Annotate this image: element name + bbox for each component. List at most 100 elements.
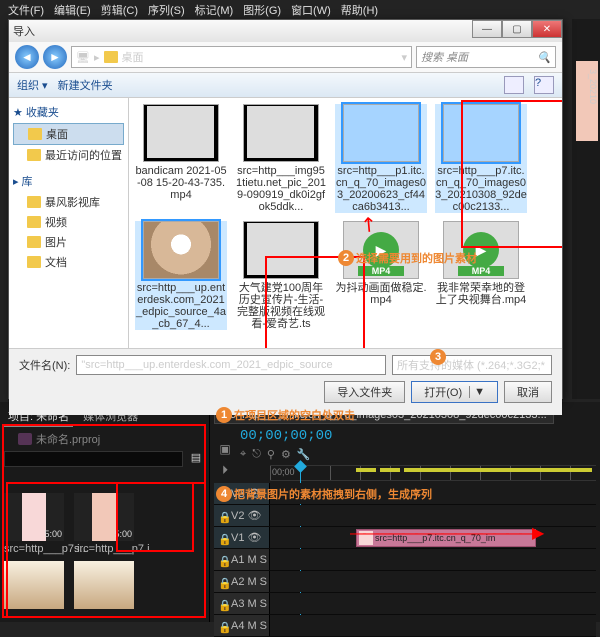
file-item[interactable]: src=http___p7.itc.cn_q_70_images03_20210… (435, 104, 527, 213)
dialog-titlebar: 导入 — ▢ ✕ (9, 20, 562, 42)
lock-icon[interactable]: 🔒 (218, 511, 228, 521)
menu-graphics[interactable]: 图形(G) (243, 2, 281, 16)
bin-thumbnail (74, 561, 134, 609)
filename-label: 文件名(N): (19, 357, 70, 373)
timeline-panel[interactable]: src=http___p7.itc.cn_q_70_images03_20210… (210, 402, 600, 622)
close-button[interactable]: ✕ (532, 20, 562, 38)
file-item[interactable]: ▶MP4为抖动画面做稳定.mp4 (335, 221, 427, 330)
track-header[interactable]: 🔒V2👁 (214, 505, 270, 526)
import-folder-button[interactable]: 导入文件夹 (324, 381, 405, 403)
menu-clip[interactable]: 剪辑(C) (101, 2, 138, 16)
time-ruler[interactable]: 00;00 (270, 465, 596, 481)
track-body[interactable] (270, 571, 596, 592)
app-menubar[interactable]: 文件(F) 编辑(E) 剪辑(C) 序列(S) 标记(M) 图形(G) 窗口(W… (0, 0, 600, 18)
bin-item[interactable]: 5:00src=http___p7.i... (4, 493, 68, 555)
arrow-icon: ——————————————▶ (350, 523, 541, 543)
favorites-group[interactable]: ★ 收藏夹 (13, 104, 124, 120)
back-button[interactable]: ◄ (15, 45, 39, 69)
audio-track[interactable]: 🔒A2MS (214, 571, 596, 593)
lock-icon[interactable]: 🔒 (218, 555, 228, 565)
track-header[interactable]: 🔒A1MS (214, 549, 270, 570)
track-body[interactable] (270, 593, 596, 614)
view-mode-button[interactable] (504, 76, 524, 94)
file-label: 为抖动画面做稳定.mp4 (335, 282, 427, 306)
lock-icon[interactable]: 🔒 (218, 533, 228, 543)
folder-icon (27, 256, 41, 268)
import-dialog: 导入 — ▢ ✕ ◄ ► 🖥 ▸ 桌面 ▾ 搜索 桌面 🔍 组织 ▾ 新建文件夹… (8, 19, 563, 399)
filter-icon[interactable]: ▤ (187, 451, 205, 467)
menu-edit[interactable]: 编辑(E) (54, 2, 91, 16)
strip-label: 3_20210 (588, 69, 598, 104)
bin-thumbnail: 5:00 (74, 493, 134, 541)
folder-icon (28, 128, 42, 140)
bin-item[interactable] (74, 561, 138, 611)
lock-icon[interactable]: 🔒 (218, 577, 228, 587)
search-input[interactable]: 搜索 桌面 🔍 (416, 46, 556, 68)
file-item[interactable]: ▶MP4我非常荣幸地的登上了央视舞台.mp4 (435, 221, 527, 330)
path-box[interactable]: 🖥 ▸ 桌面 ▾ (71, 46, 412, 68)
menu-window[interactable]: 窗口(W) (291, 2, 331, 16)
help-button[interactable]: ? (534, 76, 554, 94)
cancel-button[interactable]: 取消 (504, 381, 552, 403)
track-body[interactable] (270, 615, 596, 636)
track-header[interactable]: 🔒A2MS (214, 571, 270, 592)
forward-button[interactable]: ► (43, 45, 67, 69)
annotation-3: 3 (430, 349, 446, 365)
bin-item[interactable] (4, 561, 68, 611)
sidebar-pictures[interactable]: 图片 (13, 232, 124, 252)
project-panel[interactable]: 项目: 未命名 媒体浏览器 未命名.prproj ▤ 5:00src=http_… (0, 402, 210, 622)
file-grid-area[interactable]: bandicam 2021-05-08 15-20-43-735.mp4src=… (129, 98, 562, 348)
bin-item[interactable]: 5:00 src=http___p7.i... (74, 493, 138, 555)
menu-file[interactable]: 文件(F) (8, 2, 44, 16)
track-header[interactable]: 🔒V1👁 (214, 527, 270, 548)
library-group[interactable]: ▸ 库 (13, 173, 124, 189)
sidebar-recent[interactable]: 最近访问的位置 (13, 145, 124, 165)
work-area-bar[interactable] (356, 468, 592, 472)
snap-icon[interactable]: ⌖ (240, 448, 246, 461)
audio-track[interactable]: 🔒A1MS (214, 549, 596, 571)
filename-input[interactable]: "src=http___up.enterdesk.com_2021_edpic_… (76, 355, 386, 375)
menu-sequence[interactable]: 序列(S) (148, 2, 185, 16)
sidebar-videos[interactable]: 视频 (13, 212, 124, 232)
settings-icon[interactable]: ⚙ (281, 448, 291, 461)
track-header[interactable]: 🔒A3MS (214, 593, 270, 614)
marker-icon[interactable]: ⚲ (267, 448, 275, 461)
sidebar-stormvideo[interactable]: 暴风影视库 (13, 192, 124, 212)
file-thumbnail (243, 221, 319, 279)
project-search[interactable] (4, 451, 183, 467)
wrench-icon[interactable]: 🔧 (297, 448, 311, 461)
timecode-display[interactable]: 00;00;00;00 (240, 428, 596, 444)
file-thumbnail (143, 221, 219, 279)
path-label: 桌面 (122, 49, 144, 65)
organize-button[interactable]: 组织 ▾ (17, 77, 48, 93)
linked-selection-icon[interactable]: ⎋ (252, 448, 261, 461)
menu-marker[interactable]: 标记(M) (195, 2, 234, 16)
menu-help[interactable]: 帮助(H) (341, 2, 378, 16)
file-item[interactable]: bandicam 2021-05-08 15-20-43-735.mp4 (135, 104, 227, 213)
file-label: bandicam 2021-05-08 15-20-43-735.mp4 (135, 165, 227, 201)
audio-track[interactable]: 🔒A4MS (214, 615, 596, 637)
bin-label: src=http___p7.i... (4, 543, 68, 555)
file-item[interactable]: src=http___img951tietu.net_pic_2019-0909… (235, 104, 327, 213)
sidebar-desktop[interactable]: 桌面 (13, 123, 124, 145)
folder-icon (27, 236, 41, 248)
file-item[interactable]: src=http___p1.itc.cn_q_70_images03_20200… (335, 104, 427, 213)
sidebar-documents[interactable]: 文档 (13, 252, 124, 272)
minimize-button[interactable]: — (472, 20, 502, 38)
filter-select[interactable]: 所有支持的媒体 (*.264;*.3G2;* (392, 355, 552, 375)
audio-track[interactable]: 🔒A3MS (214, 593, 596, 615)
track-body[interactable] (270, 549, 596, 570)
file-item[interactable]: src=http___up.enterdesk.com_2021_edpic_s… (135, 221, 227, 330)
maximize-button[interactable]: ▢ (502, 20, 532, 38)
lock-icon[interactable]: 🔒 (218, 621, 228, 631)
lock-icon[interactable]: 🔒 (218, 599, 228, 609)
right-strip: 3_20210 (572, 19, 600, 399)
open-button[interactable]: 打开(O)▼ (411, 381, 498, 403)
dialog-bottom: 文件名(N): "src=http___up.enterdesk.com_202… (9, 348, 562, 415)
file-item[interactable]: 大气建党100周年历史宣传片-生活-完整版视频在线观看-爱奇艺.ts (235, 221, 327, 330)
file-label: src=http___p1.itc.cn_q_70_images03_20200… (335, 165, 427, 213)
file-thumbnail (243, 104, 319, 162)
track-header[interactable]: 🔒A4MS (214, 615, 270, 636)
newfolder-button[interactable]: 新建文件夹 (58, 77, 113, 93)
bin-label: src=http___p7.i... (74, 543, 138, 555)
